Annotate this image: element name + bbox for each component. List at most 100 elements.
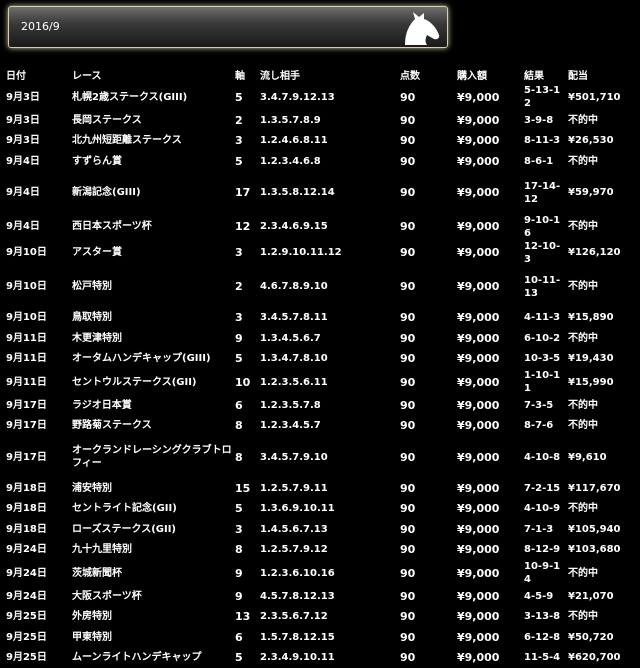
cell-points: 90 xyxy=(398,172,455,214)
cell-amount: ¥9,000 xyxy=(455,110,522,131)
cell-race: 鳥取特別 xyxy=(70,308,233,329)
cell-race: 浦安特別 xyxy=(70,478,233,499)
cell-date: 9月3日 xyxy=(4,131,70,152)
table-row: 9月25日外房特別132.3.5.6.7.1290¥9,0003-13-8不的中 xyxy=(4,607,640,628)
cell-result: 11-5-4 xyxy=(522,648,566,668)
table-row: 9月11日セントウルステークス(GII)101.2.3.5.6.1190¥9,0… xyxy=(4,369,640,395)
column-header-payout: 配当 xyxy=(566,64,640,84)
cell-axis: 9 xyxy=(233,586,258,607)
cell-race: 茨城新聞杯 xyxy=(70,560,233,586)
cell-date: 9月18日 xyxy=(4,519,70,540)
column-header-race: レース xyxy=(70,64,233,84)
cell-race: ラジオ日本賞 xyxy=(70,395,233,416)
page-header: 2016/9 xyxy=(8,6,448,48)
cell-date: 9月11日 xyxy=(4,349,70,370)
table-row: 9月24日九十九里特別81.2.5.7.9.1290¥9,0008-12-9¥1… xyxy=(4,540,640,561)
cell-result: 17-14-12 xyxy=(522,172,566,214)
cell-points: 90 xyxy=(398,648,455,668)
cell-points: 90 xyxy=(398,151,455,172)
table-row: 9月10日アスター賞31.2.9.10.11.1290¥9,00012-10-3… xyxy=(4,240,640,266)
cell-partners: 1.3.5.8.12.14 xyxy=(258,172,398,214)
table-row: 9月18日セントライト記念(GII)51.3.6.9.10.1190¥9,000… xyxy=(4,499,640,520)
cell-payout: ¥126,120 xyxy=(566,240,640,266)
cell-race: 外房特別 xyxy=(70,607,233,628)
cell-points: 90 xyxy=(398,84,455,110)
cell-points: 90 xyxy=(398,627,455,648)
cell-race: 野路菊ステークス xyxy=(70,416,233,437)
cell-amount: ¥9,000 xyxy=(455,214,522,240)
table-row: 9月25日ムーンライトハンデキャップ52.3.4.9.10.1190¥9,000… xyxy=(4,648,640,668)
cell-result: 4-5-9 xyxy=(522,586,566,607)
cell-points: 90 xyxy=(398,540,455,561)
cell-race: 新潟記念(GIII) xyxy=(70,172,233,214)
cell-axis: 3 xyxy=(233,519,258,540)
cell-payout: ¥9,610 xyxy=(566,436,640,478)
cell-payout: ¥19,430 xyxy=(566,349,640,370)
cell-axis: 3 xyxy=(233,131,258,152)
cell-partners: 1.2.5.7.9.11 xyxy=(258,478,398,499)
cell-axis: 5 xyxy=(233,349,258,370)
cell-points: 90 xyxy=(398,607,455,628)
cell-race: 西日本スポーツ杯 xyxy=(70,214,233,240)
cell-amount: ¥9,000 xyxy=(455,586,522,607)
cell-payout: 不的中 xyxy=(566,328,640,349)
cell-partners: 1.3.4.7.8.10 xyxy=(258,349,398,370)
cell-date: 9月11日 xyxy=(4,328,70,349)
cell-amount: ¥9,000 xyxy=(455,540,522,561)
cell-payout: 不的中 xyxy=(566,266,640,308)
cell-date: 9月3日 xyxy=(4,84,70,110)
cell-result: 10-11-13 xyxy=(522,266,566,308)
cell-points: 90 xyxy=(398,131,455,152)
table-row: 9月17日野路菊ステークス81.2.3.4.5.790¥9,0008-7-6不的… xyxy=(4,416,640,437)
cell-amount: ¥9,000 xyxy=(455,369,522,395)
cell-date: 9月3日 xyxy=(4,110,70,131)
cell-payout: ¥117,670 xyxy=(566,478,640,499)
cell-date: 9月24日 xyxy=(4,540,70,561)
cell-amount: ¥9,000 xyxy=(455,349,522,370)
column-header-points: 点数 xyxy=(398,64,455,84)
cell-date: 9月24日 xyxy=(4,560,70,586)
cell-date: 9月10日 xyxy=(4,240,70,266)
cell-amount: ¥9,000 xyxy=(455,240,522,266)
table-row: 9月10日松戸特別24.6.7.8.9.1090¥9,00010-11-13不的… xyxy=(4,266,640,308)
cell-date: 9月4日 xyxy=(4,214,70,240)
cell-amount: ¥9,000 xyxy=(455,308,522,329)
table-row: 9月4日新潟記念(GIII)171.3.5.8.12.1490¥9,00017-… xyxy=(4,172,640,214)
cell-amount: ¥9,000 xyxy=(455,607,522,628)
cell-payout: ¥21,070 xyxy=(566,586,640,607)
cell-race: ムーンライトハンデキャップ xyxy=(70,648,233,668)
cell-result: 8-6-1 xyxy=(522,151,566,172)
cell-partners: 1.2.3.5.6.11 xyxy=(258,369,398,395)
cell-amount: ¥9,000 xyxy=(455,395,522,416)
cell-partners: 1.2.4.6.8.11 xyxy=(258,131,398,152)
cell-partners: 1.2.3.4.5.7 xyxy=(258,416,398,437)
cell-race: すずらん賞 xyxy=(70,151,233,172)
cell-date: 9月10日 xyxy=(4,266,70,308)
table-row: 9月3日札幌2歳ステークス(GIII)53.4.7.9.12.1390¥9,00… xyxy=(4,84,640,110)
cell-payout: 不的中 xyxy=(566,110,640,131)
cell-date: 9月18日 xyxy=(4,499,70,520)
cell-race: セントライト記念(GII) xyxy=(70,499,233,520)
cell-partners: 1.5.7.8.12.15 xyxy=(258,627,398,648)
cell-axis: 12 xyxy=(233,214,258,240)
cell-race: ローズステークス(GII) xyxy=(70,519,233,540)
cell-date: 9月10日 xyxy=(4,308,70,329)
cell-partners: 1.2.3.5.7.8 xyxy=(258,395,398,416)
cell-result: 4-11-3 xyxy=(522,308,566,329)
table-row: 9月17日ラジオ日本賞61.2.3.5.7.890¥9,0007-3-5不的中 xyxy=(4,395,640,416)
cell-result: 7-3-5 xyxy=(522,395,566,416)
cell-race: オータムハンデキャップ(GIII) xyxy=(70,349,233,370)
cell-partners: 2.3.5.6.7.12 xyxy=(258,607,398,628)
cell-date: 9月18日 xyxy=(4,478,70,499)
cell-date: 9月4日 xyxy=(4,172,70,214)
cell-amount: ¥9,000 xyxy=(455,627,522,648)
cell-axis: 6 xyxy=(233,627,258,648)
table-row: 9月3日長岡ステークス21.3.5.7.8.990¥9,0003-9-8不的中 xyxy=(4,110,640,131)
cell-result: 8-7-6 xyxy=(522,416,566,437)
cell-amount: ¥9,000 xyxy=(455,266,522,308)
cell-result: 7-1-3 xyxy=(522,519,566,540)
cell-partners: 1.2.3.6.10.16 xyxy=(258,560,398,586)
table-row: 9月10日鳥取特別33.4.5.7.8.1190¥9,0004-11-3¥15,… xyxy=(4,308,640,329)
cell-axis: 2 xyxy=(233,266,258,308)
cell-axis: 9 xyxy=(233,328,258,349)
